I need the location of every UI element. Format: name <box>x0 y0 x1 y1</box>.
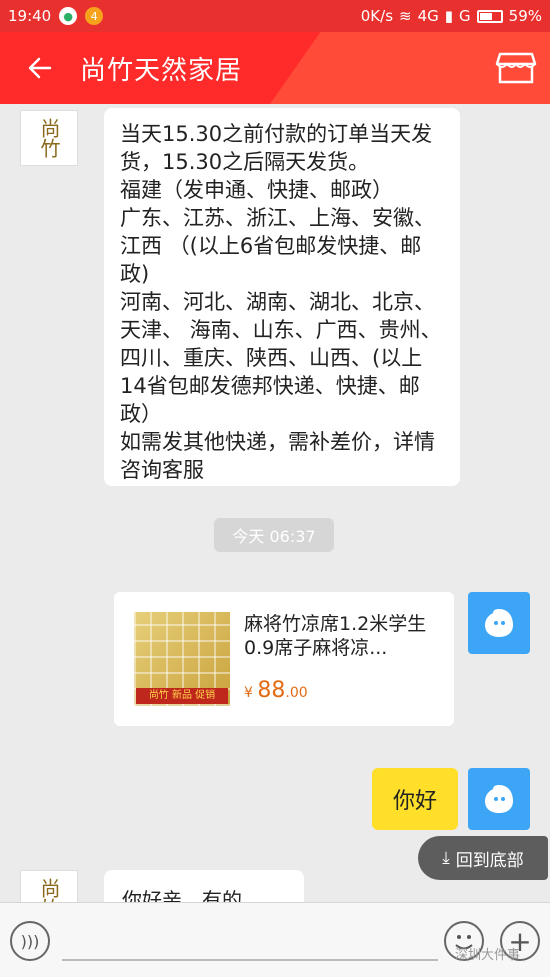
price-currency: ¥ <box>244 685 253 701</box>
product-price: ¥ 88.00 <box>244 678 308 703</box>
store-icon <box>495 52 537 84</box>
user-avatar[interactable] <box>468 592 530 654</box>
back-button[interactable] <box>0 32 80 104</box>
network-type: 4G <box>417 7 439 25</box>
user-avatar[interactable] <box>468 768 530 830</box>
status-time: 19:40 <box>8 7 52 25</box>
notice-line: 当天15.30之前付款的订单当天发货，15.30之后隔天发货。 <box>120 122 433 174</box>
message-input[interactable] <box>62 959 438 961</box>
network-speed: 0K/s <box>360 7 394 25</box>
signal-icon: ▮ <box>444 7 454 25</box>
watermark: 深圳大件事 <box>454 948 520 963</box>
price-decimal: .00 <box>285 685 308 701</box>
battery-level: 59% <box>508 7 542 25</box>
message-timestamp: 今天 06:37 <box>214 518 334 552</box>
back-to-bottom-button[interactable]: ⤓ 回到底部 <box>418 836 548 880</box>
notice-line: 河南、河北、湖南、湖北、北京、天津、 海南、山东、广西、贵州、四川、重庆、陕西、… <box>120 290 442 426</box>
wifi-icon: ≋ <box>399 7 412 25</box>
user-avatar-icon <box>485 609 513 637</box>
store-button[interactable] <box>494 48 538 88</box>
voice-icon: ))) <box>20 931 40 951</box>
back-to-bottom-label: 回到底部 <box>455 850 524 871</box>
price-integer: 88 <box>257 678 286 703</box>
product-image-tag: 尚竹 新品 促销 <box>136 688 228 704</box>
shop-notice-bubble: 当天15.30之前付款的订单当天发货，15.30之后隔天发货。 福建（发申通、快… <box>104 108 460 486</box>
input-bar: ))) + <box>0 902 550 977</box>
arrow-left-icon <box>28 57 52 79</box>
shop-avatar-text: 尚竹 <box>37 118 61 158</box>
user-avatar-icon <box>485 785 513 813</box>
arrow-down-icon: ⤓ <box>442 848 450 868</box>
status-bar: 19:40 ● 4 0K/s ≋ 4G ▮ G 59% <box>0 0 550 32</box>
product-image: 尚竹 新品 促销 <box>134 612 230 706</box>
product-title: 麻将竹凉席1.2米学生0.9席子麻将凉... <box>244 613 427 659</box>
shop-title: 尚竹天然家居 <box>80 55 243 86</box>
product-card[interactable]: 尚竹 新品 促销 麻将竹凉席1.2米学生0.9席子麻将凉... ¥ 88.00 <box>114 592 454 726</box>
shop-avatar[interactable]: 尚竹 <box>20 110 78 166</box>
notice-line: 如需发其他快递，需补差价，详情咨询客服 <box>120 430 435 482</box>
voice-button[interactable]: ))) <box>10 921 50 961</box>
notification-badge: 4 <box>85 7 104 25</box>
signal-label: G <box>459 7 471 25</box>
battery-icon <box>476 9 503 23</box>
hello-bubble: 你好 <box>372 768 458 830</box>
wechat-icon: ● <box>59 7 78 25</box>
chat-header: 尚竹天然家居 <box>0 32 550 104</box>
notice-line: 福建（发申通、快捷、邮政） <box>120 178 393 202</box>
notice-line: 广东、江苏、浙江、上海、安徽、江西 （(以上6省包邮发快捷、邮政) <box>120 206 435 286</box>
